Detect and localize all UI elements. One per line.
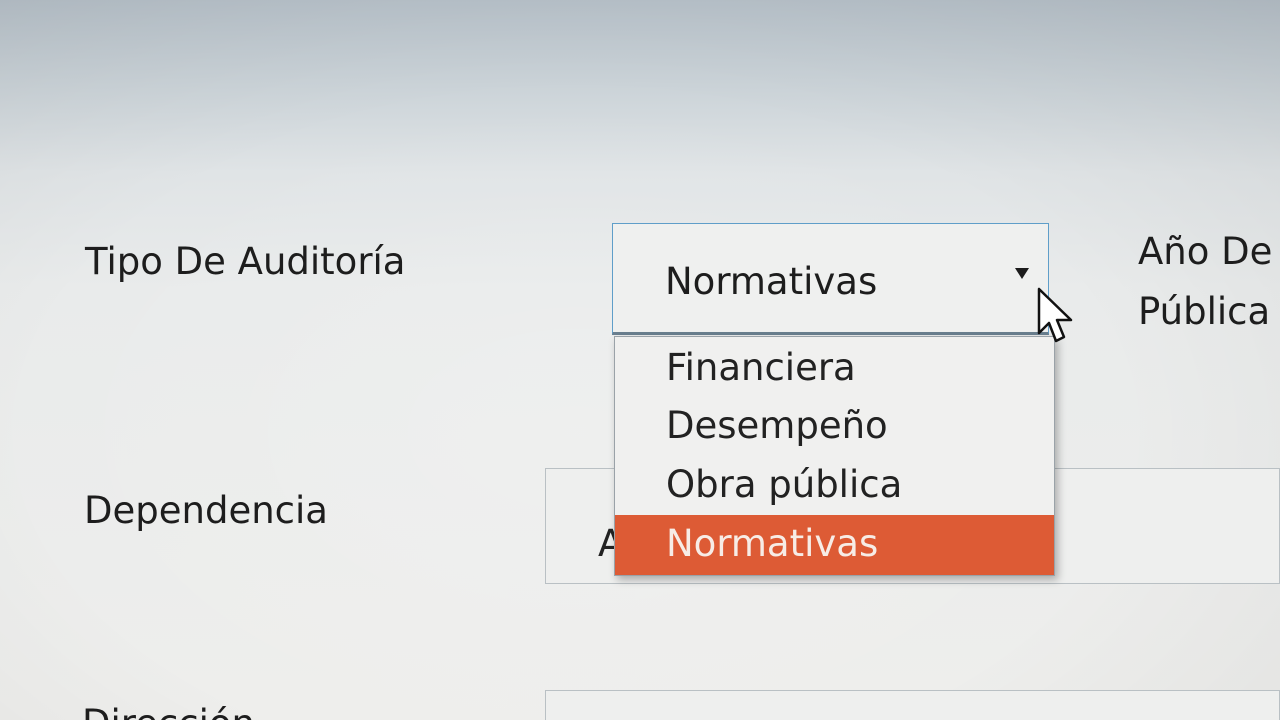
tipo-auditoria-label: Tipo De Auditoría xyxy=(85,240,406,283)
option-obra-publica[interactable]: Obra pública xyxy=(615,456,1054,514)
tipo-auditoria-select[interactable]: Normativas xyxy=(612,223,1049,335)
option-desempeno[interactable]: Desempeño xyxy=(615,397,1054,455)
ano-label-line1: Año De xyxy=(1138,230,1273,273)
chevron-down-icon[interactable] xyxy=(1015,268,1029,279)
direccion-field[interactable] xyxy=(545,690,1280,720)
dependencia-label: Dependencia xyxy=(84,489,328,532)
ano-label-line2: Pública xyxy=(1138,290,1271,333)
direccion-label-partial: Dirección xyxy=(82,702,255,720)
option-normativas[interactable]: Normativas xyxy=(615,515,1054,575)
mouse-pointer-icon xyxy=(1037,287,1073,343)
option-financiera[interactable]: Financiera xyxy=(615,339,1054,397)
select-current-value: Normativas xyxy=(665,260,878,303)
tipo-auditoria-dropdown-list: Financiera Desempeño Obra pública Normat… xyxy=(614,336,1055,576)
